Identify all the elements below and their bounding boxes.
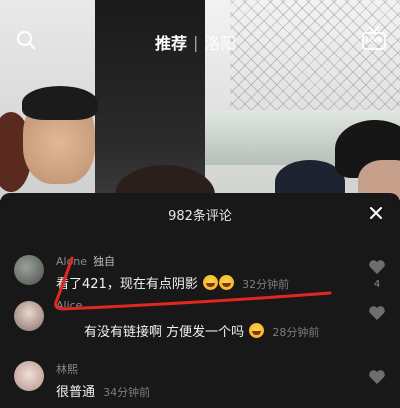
laughing-tears-emoji [218, 275, 234, 290]
avatar[interactable] [14, 255, 44, 285]
comment-body: 看了421，现在有点阴影 [56, 277, 198, 292]
laughing-tears-emoji [202, 275, 218, 290]
comment-username-text: Alone [56, 255, 88, 268]
comment-text: 很普通 34分钟前 [56, 381, 150, 400]
avatar[interactable] [14, 301, 44, 331]
comment-time: 32分钟前 [242, 278, 290, 291]
live-label: LIVE [365, 36, 383, 44]
comment-time: 34分钟前 [103, 386, 151, 399]
comment-user-tag: 独自 [93, 255, 116, 268]
comment-username[interactable]: 林熙 [56, 361, 78, 377]
close-icon[interactable] [368, 205, 384, 221]
comments-count-title: 982条评论 [168, 209, 232, 224]
smiling-emoji [249, 323, 265, 338]
feed-tabs: 推荐 | 洛阳 [155, 30, 236, 54]
comment-body: 有没有链接啊 方便发一个吗 [84, 325, 245, 340]
tab-recommend[interactable]: 推荐 [155, 30, 187, 54]
comments-sheet: 982条评论 Alone 独自 看了421，现在有点阴影 32分钟前 4 Alic… [0, 193, 400, 408]
comment-time: 28分钟前 [272, 326, 320, 339]
top-bar: 推荐 | 洛阳 LIVE [0, 0, 400, 80]
heart-icon[interactable] [368, 259, 386, 275]
comment-text: 有没有链接啊 方便发一个吗 28分钟前 [84, 321, 319, 340]
tab-city[interactable]: 洛阳 [204, 30, 236, 54]
heart-icon[interactable] [368, 369, 386, 385]
video-person-hair [22, 86, 98, 120]
heart-icon[interactable] [368, 305, 386, 321]
comment-body: 很普通 [56, 385, 96, 400]
search-icon[interactable] [16, 30, 36, 50]
tab-separator: | [193, 32, 199, 52]
comment-username[interactable]: Alice [56, 299, 82, 312]
avatar[interactable] [14, 361, 44, 391]
comment-text: 看了421，现在有点阴影 32分钟前 [56, 273, 289, 292]
comment-username[interactable]: Alone 独自 [56, 253, 115, 269]
like-count: 4 [373, 279, 381, 290]
